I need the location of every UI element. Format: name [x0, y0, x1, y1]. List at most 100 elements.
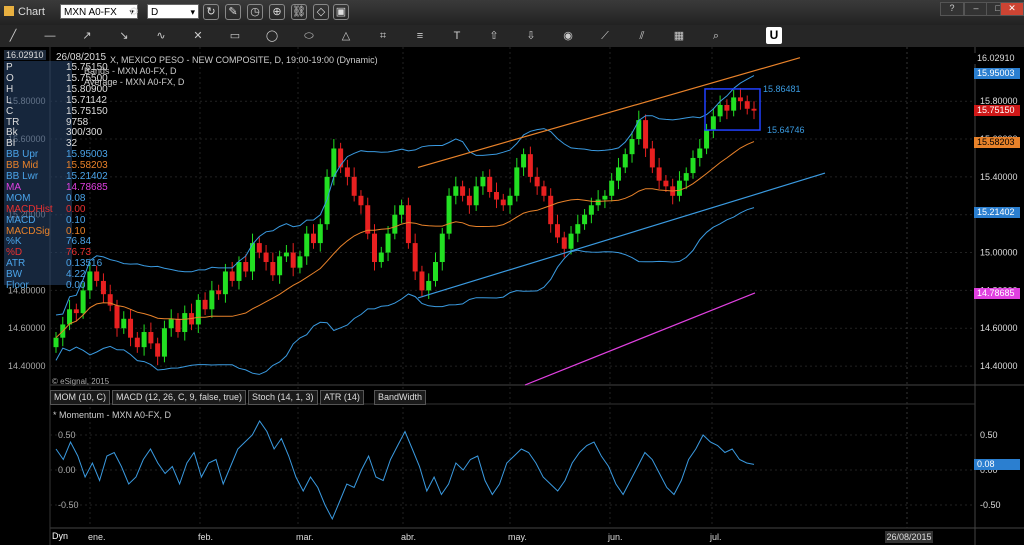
indicator-row: P 15.75150 — [6, 62, 108, 73]
lock-icon[interactable]: ▣ — [333, 4, 349, 20]
candle-body — [507, 195, 513, 206]
interval-input[interactable]: D ▾ — [147, 4, 199, 19]
arrow-icon[interactable]: ↘ — [117, 29, 131, 43]
camera-icon[interactable]: ◉ — [561, 29, 575, 43]
candle-body — [175, 318, 181, 333]
candle-body — [317, 224, 323, 244]
candle-body — [128, 318, 134, 338]
dyn-label[interactable]: Dyn — [52, 531, 68, 541]
month-label: mar. — [296, 532, 314, 542]
top-price-left: 16.02910 — [4, 50, 46, 60]
gann-icon[interactable]: ⌗ — [376, 29, 390, 43]
tab-study[interactable]: Stoch (14, 1, 3) — [248, 390, 318, 405]
price-tick-label: 14.40000 — [980, 361, 1018, 371]
pencil-icon[interactable]: ✎ — [225, 4, 241, 20]
candle-body — [724, 104, 730, 111]
line-icon[interactable]: — — [43, 29, 57, 43]
arrow-up-icon[interactable]: ⇧ — [487, 29, 501, 43]
price-tick-label: 15.00000 — [980, 248, 1018, 258]
candle-body — [690, 157, 696, 174]
candle-body — [209, 290, 215, 310]
indicator-value: 0.00 — [66, 203, 86, 215]
candle-body — [114, 305, 120, 329]
indicator-value: 0.10 — [66, 214, 86, 226]
candle-body — [629, 139, 635, 155]
help-button[interactable]: ? — [940, 2, 964, 16]
candle-body — [622, 154, 628, 168]
indicator-label: Floor — [6, 280, 29, 291]
trend-icon[interactable]: ⟋ — [598, 29, 612, 43]
tab-study[interactable]: MOM (10, C) — [50, 390, 111, 405]
indicator-label: H — [6, 83, 14, 95]
indicator-label: MACD — [6, 214, 36, 226]
indicator-label: BB Upr — [6, 149, 39, 161]
indicator-row: MACDSig 0.10 — [6, 226, 85, 237]
candle-body — [710, 116, 716, 130]
candle-body — [53, 337, 59, 348]
fib-icon[interactable]: ≡ — [413, 29, 427, 43]
candle-body — [649, 148, 655, 168]
candle-body — [80, 290, 86, 314]
month-label: ene. — [88, 532, 106, 542]
candle-body — [161, 328, 167, 357]
box-icon[interactable]: ▦ — [672, 29, 686, 43]
study-title-3: Average - MXN A0-FX, D — [84, 77, 185, 87]
chart-canvas[interactable]: 15.8000015.6000015.4000015.2000015.00000… — [0, 47, 1024, 545]
candle-body — [575, 224, 581, 234]
candle-body — [439, 233, 445, 263]
tab-study[interactable]: BandWidth — [374, 390, 427, 405]
text-icon[interactable]: T — [450, 29, 464, 43]
indicator-value: 32 — [66, 138, 78, 150]
candle-body — [283, 252, 289, 257]
arrow-down-icon[interactable]: ⇩ — [524, 29, 538, 43]
candle-body — [521, 154, 527, 168]
indicator-value: 0.08 — [66, 192, 86, 204]
clock-icon[interactable]: ◷ — [247, 4, 263, 20]
triangle-icon[interactable]: △ — [339, 29, 353, 43]
indicator-label: BI — [6, 138, 16, 150]
link-icon[interactable]: ⛓ — [291, 4, 307, 20]
ray-icon[interactable]: ↗ — [80, 29, 94, 43]
candle-body — [277, 256, 283, 276]
crosshair-icon[interactable]: ⊕ — [269, 4, 285, 20]
tag-icon[interactable]: ◇ — [313, 4, 329, 20]
candle-body — [73, 309, 79, 314]
candle-body — [527, 154, 533, 177]
candle-body — [134, 337, 140, 348]
indicator-label: Bk — [6, 127, 18, 139]
month-label: feb. — [198, 532, 213, 542]
u-button[interactable]: U — [766, 27, 782, 44]
channel-icon[interactable]: ⫽ — [635, 29, 649, 43]
settings-icon[interactable]: ⚙ — [128, 5, 140, 18]
candle-body — [304, 233, 310, 257]
circle-icon[interactable]: ◯ — [265, 29, 279, 43]
curve-icon[interactable]: ∿ — [154, 29, 168, 43]
candle-body — [372, 233, 378, 263]
indicator-label: BB Lwr — [6, 171, 39, 182]
candle-body — [195, 299, 201, 325]
price-label: 16.02910 — [974, 52, 1020, 64]
tab-study[interactable]: MACD (12, 26, C, 9, false, true) — [112, 390, 247, 405]
study-title-1: X, MEXICO PESO - NEW COMPOSITE, D, 19:00… — [110, 55, 378, 65]
candle-body — [568, 233, 574, 249]
tab-study[interactable]: ATR (14) — [320, 390, 364, 405]
candle-body — [460, 186, 466, 196]
refresh-icon[interactable]: ↻ — [203, 4, 219, 20]
candle-body — [419, 271, 425, 291]
candle-body — [561, 237, 567, 249]
indicator-label: O — [6, 72, 14, 84]
drawing-toolbar: U ╱ — ↗ ↘ ∿ ✕ ▭ ◯ ⬭ △ ⌗ ≡ T ⇧ ⇩ ◉ ⟋ ⫽ ▦ ⌕ — [0, 25, 1024, 48]
candle-body — [541, 186, 547, 196]
indicator-row: MACD 0.10 — [6, 214, 85, 226]
zoom-icon[interactable]: ⌕ — [709, 29, 723, 43]
rect-icon[interactable]: ▭ — [228, 29, 242, 43]
minimize-button[interactable]: – — [964, 2, 988, 16]
ellipse-icon[interactable]: ⬭ — [302, 29, 316, 43]
close-button[interactable]: ✕ — [1000, 2, 1024, 16]
cross-icon[interactable]: ✕ — [191, 29, 205, 43]
symbol-input[interactable]: MXN A0-FX ▾ — [60, 4, 138, 19]
pencil-icon[interactable]: ╱ — [6, 29, 20, 43]
candle-body — [554, 224, 560, 238]
candle-body — [643, 120, 649, 149]
chevron-down-icon: ▾ — [190, 7, 195, 17]
